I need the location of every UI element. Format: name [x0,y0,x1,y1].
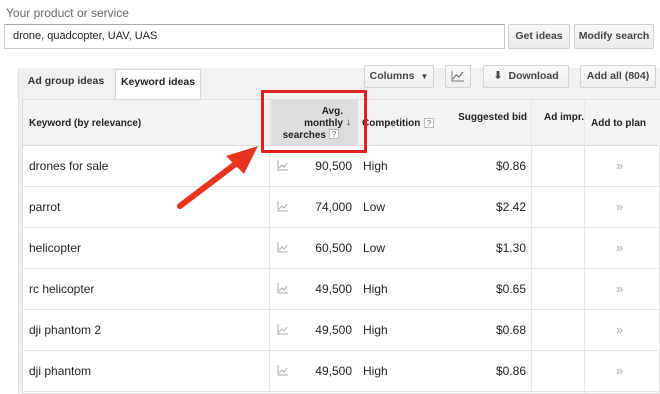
competition-cell: High [363,364,388,378]
competition-cell: Low [363,200,386,214]
chart-button[interactable] [445,65,471,88]
tab-keyword-ideas[interactable]: Keyword ideas [115,69,201,99]
highlight-box [261,90,367,153]
trend-chart-icon[interactable] [277,159,289,174]
add-to-plan-icon[interactable]: » [616,363,623,378]
searches-cell: 60,500 [315,241,352,255]
add-to-plan-icon[interactable]: » [616,240,623,255]
competition-cell: High [363,282,388,296]
table-row: dji phantom 2 49,500 High $0.68 » [23,310,660,351]
trend-chart-icon[interactable] [277,364,289,379]
trend-chart-icon[interactable] [277,323,289,338]
keyword-cell: dji phantom [29,364,92,378]
bid-cell: $1.30 [495,241,526,255]
bid-cell: $0.86 [495,159,526,173]
download-button[interactable]: ⬇ Download [483,65,569,88]
add-to-plan-icon[interactable]: » [616,322,623,337]
table-row: dji phantom 49,500 High $0.86 » [23,351,660,392]
trend-chart-icon[interactable] [277,282,289,297]
dropdown-caret-icon: ▼ [420,72,429,81]
trend-chart-icon[interactable] [277,200,289,215]
keyword-cell: helicopter [29,241,82,255]
modify-search-button[interactable]: Modify search [574,24,654,49]
competition-cell: High [363,323,388,337]
keyword-cell: drones for sale [29,159,109,173]
keyword-cell: rc helicopter [29,282,95,296]
searches-cell: 49,500 [315,364,352,378]
add-to-plan-icon[interactable]: » [616,199,623,214]
header-add-to-plan: Add to plan [591,118,646,129]
competition-cell: High [363,159,388,173]
chart-icon [451,71,464,82]
bid-cell: $0.68 [495,323,526,337]
searches-cell: 90,500 [315,159,352,173]
bid-cell: $0.65 [495,282,526,296]
bid-cell: $2.42 [495,200,526,214]
add-to-plan-icon[interactable]: » [616,158,623,173]
columns-button[interactable]: Columns ▼ [364,65,434,88]
get-ideas-button[interactable]: Get ideas [508,24,570,49]
keyword-cell: dji phantom 2 [29,323,102,337]
add-all-button[interactable]: Add all (804) [580,65,656,88]
tab-ad-group-ideas[interactable]: Ad group ideas [22,69,110,95]
searches-cell: 49,500 [315,282,352,296]
table-row: rc helicopter 49,500 High $0.65 » [23,269,660,310]
header-keyword[interactable]: Keyword (by relevance) [29,118,141,129]
search-label: Your product or service [6,6,129,20]
searches-cell: 74,000 [315,200,352,214]
trend-chart-icon[interactable] [277,241,289,256]
columns-label: Columns [369,70,415,82]
bid-cell: $0.86 [495,364,526,378]
download-icon: ⬇ [493,70,503,82]
table-row: helicopter 60,500 Low $1.30 » [23,228,660,269]
add-to-plan-icon[interactable]: » [616,281,623,296]
header-suggested-bid[interactable]: Suggested bid [423,112,527,123]
download-label: Download [508,70,559,82]
competition-cell: Low [363,241,386,255]
table-row: parrot 74,000 Low $2.42 » [23,187,660,228]
red-arrow-icon [177,146,258,209]
header-ad-impr[interactable]: Ad impr. [544,112,584,123]
searches-cell: 49,500 [315,323,352,337]
header-competition[interactable]: Competition [362,118,420,129]
search-input[interactable]: drone, quadcopter, UAV, UAS [4,24,505,49]
keyword-cell: parrot [29,200,61,214]
